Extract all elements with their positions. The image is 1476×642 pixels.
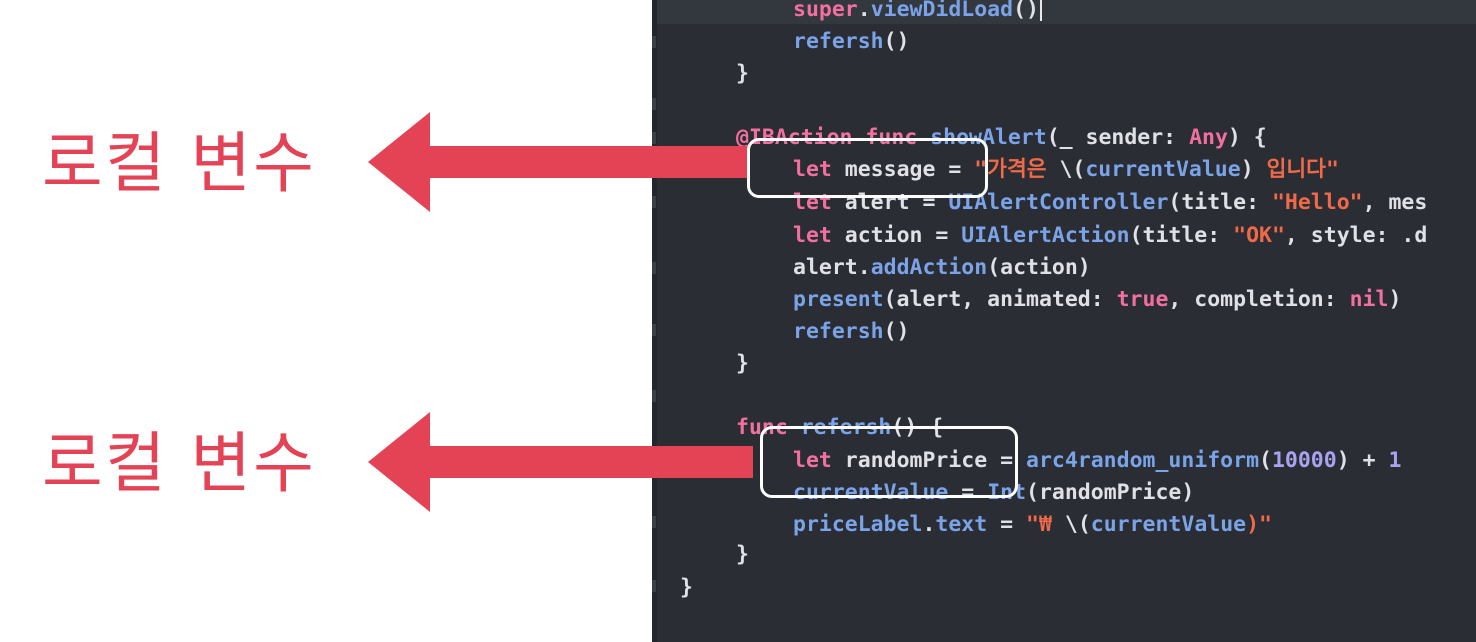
- code-token: addAction: [870, 255, 988, 280]
- code-token: ): [1240, 157, 1254, 182]
- code-token: nil: [1349, 287, 1389, 312]
- code-token: }: [736, 61, 749, 86]
- code-token: "OK": [1233, 223, 1285, 248]
- code-token: viewDidLoad: [870, 0, 1014, 22]
- code-token: 1: [1388, 448, 1402, 473]
- code-token: arc4random_uniform: [1026, 448, 1260, 473]
- code-token: }: [680, 575, 693, 600]
- code-token: priceLabel: [793, 512, 923, 537]
- code-token: (): [883, 319, 910, 344]
- annotation-panel: 로컬 변수 로컬 변수: [0, 0, 652, 642]
- code-token: currentValue: [1090, 512, 1247, 537]
- code-token: , completion:: [1168, 287, 1350, 312]
- code-token: UIAlertAction: [961, 223, 1130, 248]
- code-token: refersh: [793, 319, 884, 344]
- editor-gutter: [652, 0, 657, 642]
- gutter-marker: [652, 324, 656, 336]
- code-token: , mes: [1362, 190, 1428, 215]
- code-token: }: [736, 542, 749, 567]
- code-token: (): [1013, 0, 1039, 22]
- current-line-highlight: [652, 0, 1476, 24]
- code-line[interactable]: let action = UIAlertAction(title: "OK", …: [793, 221, 1427, 251]
- code-token: , style: .d: [1284, 223, 1428, 248]
- code-line[interactable]: refersh(): [793, 27, 910, 57]
- code-token: (_ sender:: [1046, 125, 1190, 150]
- code-token: .: [922, 512, 936, 537]
- gutter-marker: [652, 516, 656, 528]
- video-frame: 로컬 변수 로컬 변수 super.viewDidLoad() refersh(…: [0, 0, 1476, 642]
- code-token: text: [935, 512, 988, 537]
- code-token: .: [857, 255, 871, 280]
- code-token: (title:: [1168, 190, 1272, 215]
- code-token: (alert, animated:: [883, 287, 1117, 312]
- code-line[interactable]: priceLabel.text = "₩ \(currentValue)": [793, 510, 1272, 540]
- code-token: (randomPrice): [1026, 480, 1195, 505]
- code-line[interactable]: present(alert, animated: true, completio…: [793, 285, 1401, 315]
- code-token: \(: [1059, 157, 1086, 182]
- code-token: .: [857, 0, 871, 22]
- code-token: "₩: [1026, 512, 1065, 537]
- arrow-left-icon: [368, 412, 753, 512]
- code-token: let: [793, 223, 832, 248]
- code-token: action =: [831, 223, 962, 248]
- arrow-left-icon: [368, 112, 748, 212]
- code-token: ) {: [1227, 125, 1267, 150]
- code-token: true: [1116, 287, 1169, 312]
- code-token: (action): [987, 255, 1091, 280]
- code-token: (title:: [1129, 223, 1234, 248]
- code-token: )": [1246, 512, 1272, 537]
- code-token: 10000: [1271, 448, 1337, 473]
- code-token: (: [1259, 448, 1272, 473]
- code-editor[interactable]: super.viewDidLoad() refersh() } @IBActio…: [652, 0, 1476, 642]
- highlight-box-message: [747, 138, 988, 198]
- text-cursor: [1039, 0, 1042, 21]
- code-token: ): [1388, 287, 1402, 312]
- code-line[interactable]: }: [736, 349, 749, 379]
- code-token: \(: [1064, 512, 1091, 537]
- code-token: super: [793, 0, 858, 22]
- code-line[interactable]: super.viewDidLoad(): [793, 0, 1042, 25]
- code-token: Any: [1189, 125, 1228, 150]
- gutter-marker: [652, 98, 656, 110]
- code-token: }: [736, 351, 749, 376]
- local-variable-label-bottom: 로컬 변수: [42, 425, 316, 502]
- code-line[interactable]: }: [680, 573, 693, 603]
- local-variable-label-top: 로컬 변수: [42, 125, 316, 202]
- code-token: (): [883, 29, 910, 54]
- code-line[interactable]: alert.addAction(action): [793, 253, 1091, 283]
- code-token: 입니다": [1253, 157, 1339, 182]
- gutter-marker: [652, 262, 656, 274]
- gutter-marker: [652, 390, 656, 402]
- code-line[interactable]: }: [736, 59, 749, 89]
- code-line[interactable]: }: [736, 540, 749, 570]
- code-token: "Hello": [1271, 190, 1363, 215]
- gutter-marker: [652, 580, 656, 592]
- code-token: currentValue: [1085, 157, 1241, 182]
- code-token: =: [987, 512, 1027, 537]
- gutter-marker: [652, 36, 656, 48]
- code-token: ) +: [1336, 448, 1389, 473]
- code-token: alert: [793, 255, 858, 280]
- code-token: present: [793, 287, 884, 312]
- highlight-box-randomprice: [760, 426, 1018, 498]
- code-line[interactable]: refersh(): [793, 317, 910, 347]
- code-token: refersh: [793, 29, 884, 54]
